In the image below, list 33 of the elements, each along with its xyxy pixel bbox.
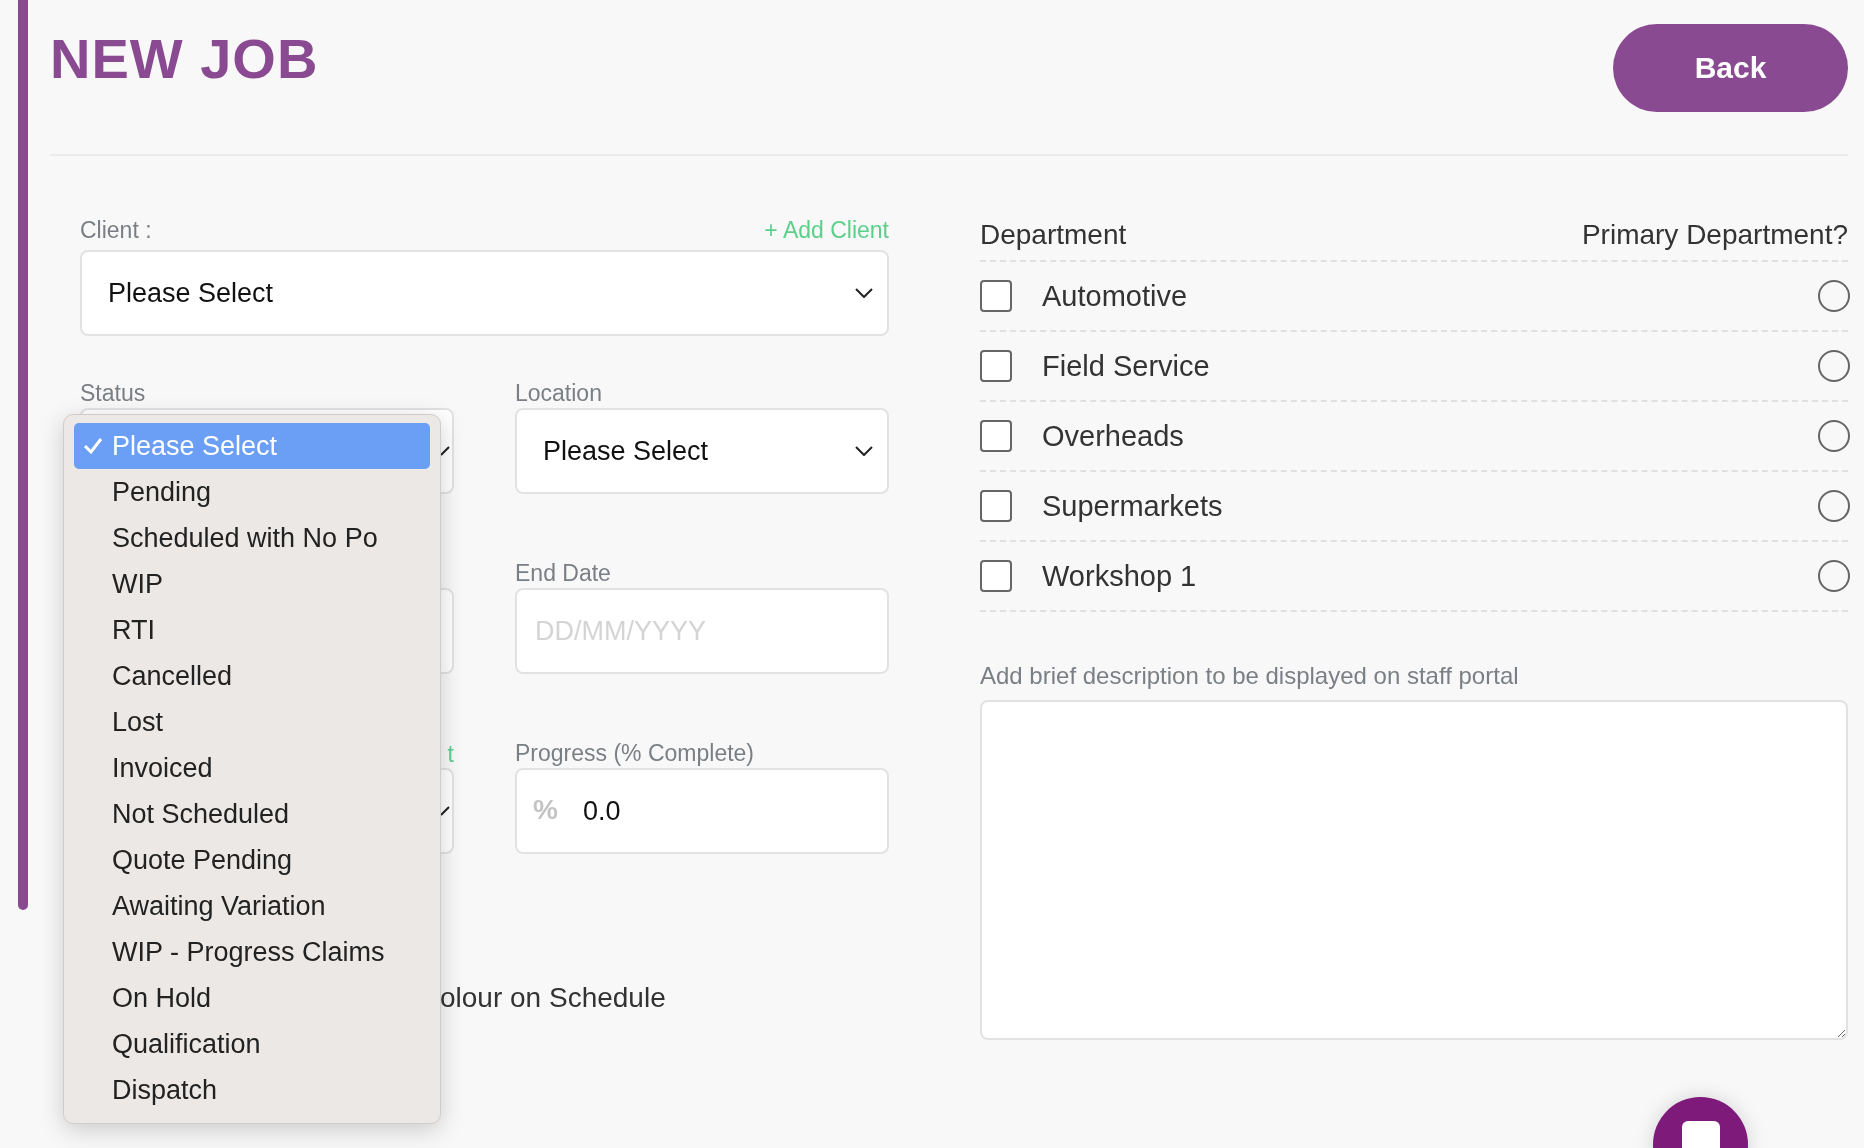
field-label: Progress (% Complete) [515, 739, 755, 768]
menu-item[interactable]: Quote Pending [74, 837, 430, 883]
back-button[interactable]: Back [1613, 24, 1848, 112]
menu-item[interactable]: Lost [74, 699, 430, 745]
field-label: Client : [80, 216, 152, 245]
percent-prefix: % [533, 794, 558, 826]
description-label: Add brief description to be displayed on staff portal [980, 662, 1520, 690]
menu-item[interactable]: Qualification [74, 1021, 430, 1067]
client-select[interactable]: Please Select [80, 250, 889, 336]
department-name: Supermarkets [1042, 489, 1224, 523]
menu-item[interactable]: Not Scheduled [74, 791, 430, 837]
page-title: NEW JOB [50, 28, 319, 90]
location-select[interactable]: Please Select [515, 408, 889, 494]
department-name: Field Service [1042, 349, 1211, 383]
menu-item[interactable]: Dispatch [74, 1067, 430, 1113]
menu-item[interactable]: Cancelled [74, 653, 430, 699]
field-label: Status [80, 379, 146, 408]
checkbox-label: olour on Schedule [440, 982, 666, 1014]
department-name: Overheads [1042, 419, 1185, 453]
department-name: Workshop 1 [1042, 559, 1198, 593]
menu-item[interactable]: Invoiced [74, 745, 430, 791]
field-label: Location [515, 379, 602, 408]
department-name: Automotive [1042, 279, 1189, 313]
menu-item[interactable]: Scheduled with No Po [74, 515, 430, 561]
menu-item[interactable]: RTI [74, 607, 430, 653]
menu-item[interactable]: Awaiting Variation [74, 883, 430, 929]
column-header: Department [980, 219, 1127, 251]
field-label: End Date [515, 559, 611, 588]
menu-item[interactable]: Pending [74, 469, 430, 515]
menu-item[interactable]: WIP - Progress Claims [74, 929, 430, 975]
column-header: Primary Department? [1581, 219, 1848, 251]
menu-item[interactable]: WIP [74, 561, 430, 607]
menu-item[interactable]: On Hold [74, 975, 430, 1021]
